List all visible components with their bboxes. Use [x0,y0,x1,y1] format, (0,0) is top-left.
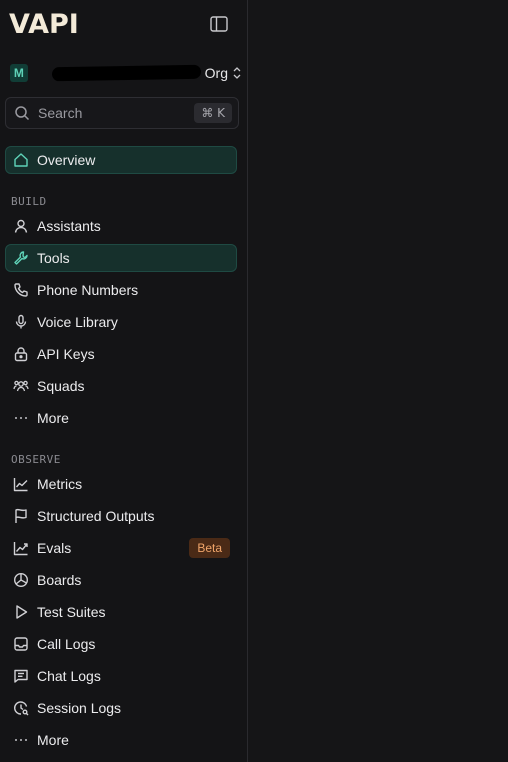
trending-icon [13,540,29,556]
brand-logo[interactable]: VAPI [9,11,79,39]
nav-item-label: API Keys [37,346,95,362]
nav-item-label: Tools [37,250,70,266]
org-label: Org [204,65,228,81]
nav-item-evals[interactable]: Evals Beta [5,534,237,562]
nav-item-label: Evals [37,540,72,556]
ellipsis-icon [13,732,29,748]
nav-item-squads[interactable]: Squads [5,372,237,400]
flag-icon [13,508,29,524]
chevron-up-down-icon [232,66,242,80]
sidebar: VAPI M Org Search ⌘ K Overview BUILD Ass… [0,0,248,762]
org-avatar: M [10,64,28,82]
nav-item-phone-numbers[interactable]: Phone Numbers [5,276,237,304]
wrench-icon [13,250,29,266]
nav-item-label: Phone Numbers [37,282,139,298]
ellipsis-icon [13,410,29,426]
main-content [248,0,508,762]
nav-item-assistants[interactable]: Assistants [5,212,237,240]
nav-item-label: Test Suites [37,604,106,620]
nav-item-observe-more[interactable]: More [5,726,237,754]
nav-item-structured-outputs[interactable]: Structured Outputs [5,502,237,530]
nav-item-label: More [37,410,69,426]
nav-item-boards[interactable]: Boards [5,566,237,594]
lock-icon [13,346,29,362]
nav-item-label: Assistants [37,218,101,234]
sidebar-toggle-icon[interactable] [210,16,228,32]
mic-icon [13,314,29,330]
session-icon [13,700,29,716]
org-name-redacted [51,64,201,82]
org-switcher[interactable]: M Org [10,63,242,83]
nav-item-label: Boards [37,572,82,588]
user-icon [13,218,29,234]
nav-item-test-suites[interactable]: Test Suites [5,598,237,626]
nav-item-overview[interactable]: Overview [5,146,237,174]
nav-item-label: Overview [37,152,96,168]
line-chart-icon [13,476,29,492]
phone-icon [13,282,29,298]
inbox-icon [13,636,29,652]
nav-item-label: Session Logs [37,700,122,716]
nav-item-build-more[interactable]: More [5,404,237,432]
search-icon [14,105,30,121]
users-icon [13,378,29,394]
nav-item-label: Metrics [37,476,83,492]
message-icon [13,668,29,684]
search-input[interactable]: Search ⌘ K [5,97,239,129]
nav-item-tools[interactable]: Tools [5,244,237,272]
nav-item-voice-library[interactable]: Voice Library [5,308,237,336]
play-icon [13,604,29,620]
nav-item-call-logs[interactable]: Call Logs [5,630,237,658]
pie-icon [13,572,29,588]
beta-badge: Beta [189,538,230,558]
nav-item-label: Structured Outputs [37,508,155,524]
section-label-build: BUILD [11,195,47,208]
search-placeholder: Search [38,105,83,121]
sidebar-header: VAPI [0,0,247,50]
nav-item-label: Chat Logs [37,668,101,684]
nav-item-api-keys[interactable]: API Keys [5,340,237,368]
section-label-observe: OBSERVE [11,453,61,466]
nav-item-chat-logs[interactable]: Chat Logs [5,662,237,690]
nav-item-label: Squads [37,378,85,394]
nav-item-session-logs[interactable]: Session Logs [5,694,237,722]
nav-item-metrics[interactable]: Metrics [5,470,237,498]
nav-item-label: Call Logs [37,636,96,652]
nav-item-label: More [37,732,69,748]
search-shortcut-badge: ⌘ K [194,103,232,123]
nav-item-label: Voice Library [37,314,118,330]
home-icon [13,152,29,168]
